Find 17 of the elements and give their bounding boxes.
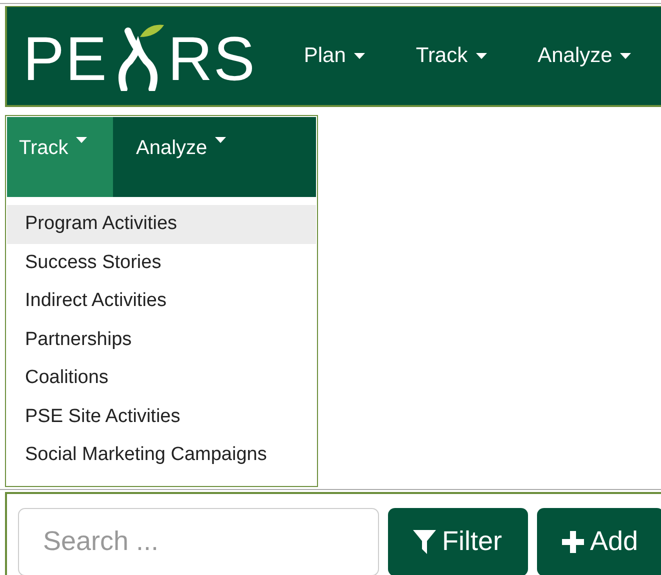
logo-text: PE <box>23 29 108 91</box>
search-field[interactable]: Search ... <box>18 508 379 575</box>
nav-menu[interactable]: Track <box>416 44 487 68</box>
filter-icon <box>413 530 436 554</box>
add-button[interactable]: Add <box>537 508 661 575</box>
nav-menu[interactable]: Plan <box>304 44 365 68</box>
caret-icon <box>476 53 487 59</box>
caret-icon <box>215 137 226 143</box>
filter-button[interactable]: Filter <box>388 508 528 575</box>
nav-tab[interactable]: Track <box>7 117 113 197</box>
caret-icon <box>76 137 88 143</box>
caret-icon <box>354 53 365 59</box>
nav-menu[interactable]: Analyze <box>538 44 632 68</box>
menu-item[interactable]: Program Activities <box>7 205 316 244</box>
caret-icon <box>620 53 632 59</box>
logo-text: RS <box>168 29 256 91</box>
plus-icon <box>562 530 584 552</box>
